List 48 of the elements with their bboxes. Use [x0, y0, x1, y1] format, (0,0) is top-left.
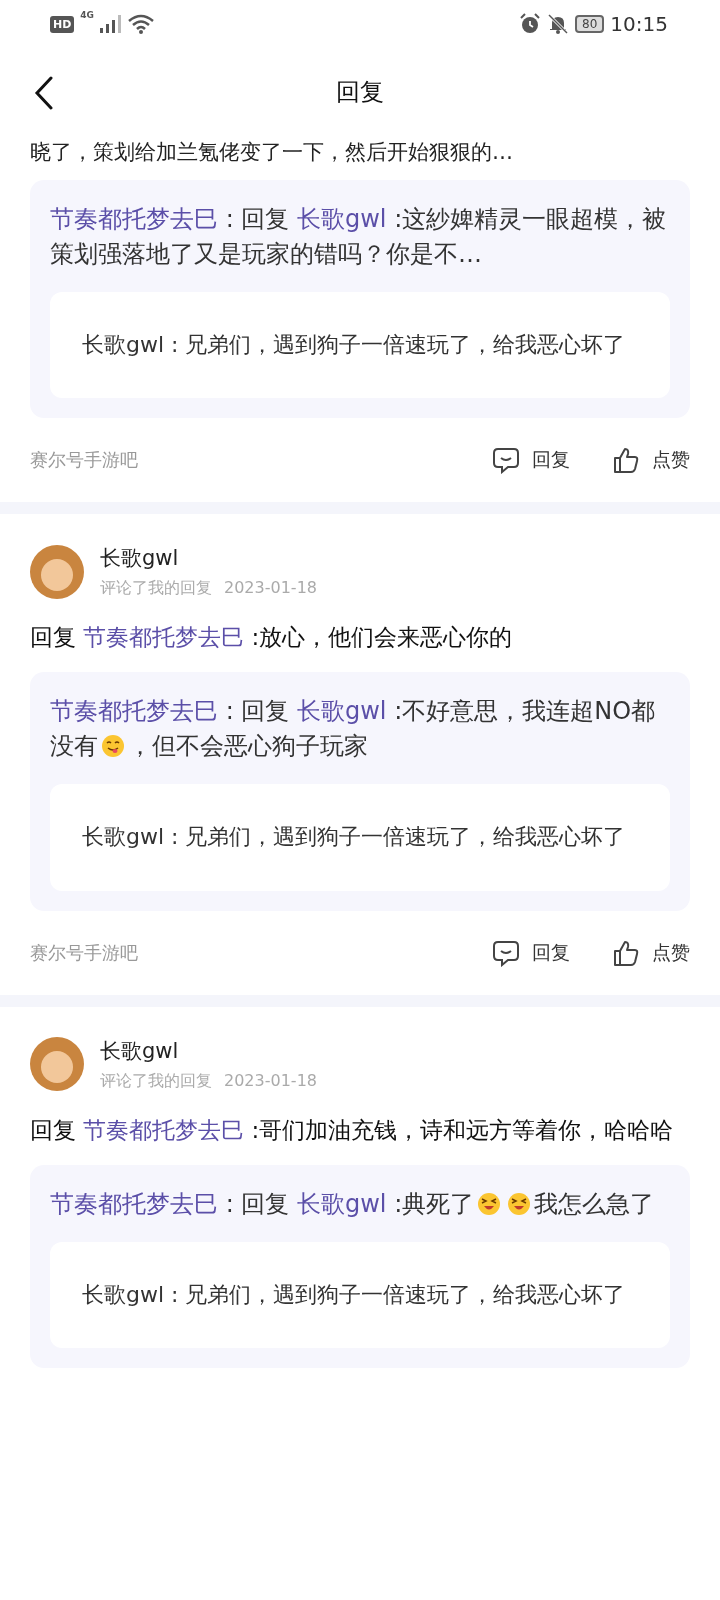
muted-bell-icon [547, 13, 570, 35]
original-comment: 长歌gwl : 兄弟们，遇到狗子一倍速玩了，给我恶心坏了 [50, 784, 670, 891]
forum-name: 赛尔号手游吧 [30, 940, 139, 965]
original-comment: 长歌gwl : 兄弟们，遇到狗子一倍速玩了，给我恶心坏了 [50, 291, 670, 399]
user-link[interactable]: 节奏都托梦去巳 [83, 1116, 245, 1143]
user-link[interactable]: 节奏都托梦去巳 [50, 1189, 218, 1218]
chat-bubble-icon [492, 446, 520, 475]
tongue-emoji-icon [101, 734, 125, 759]
comment-text: 晓了，策划给加兰氪佬变了一下，然后开始狠狠的… [30, 139, 514, 166]
reply-text: 节奏都托梦去巳 : 回复 长歌gwl :典死了 我怎么急了 [50, 1188, 656, 1220]
avatar [30, 544, 84, 599]
reply-text: 节奏都托梦去巳 : 回复 长歌gwl :这紗婢精灵一眼超模，被策划强落地了又是玩家的错吗？你是不… [50, 204, 668, 270]
avatar [30, 1037, 84, 1092]
thumbs-up-icon [612, 446, 640, 475]
user-link[interactable]: 长歌gwl [297, 1189, 387, 1218]
like-button[interactable]: 点赞 [612, 446, 690, 475]
comment-text: 回复 节奏都托梦去巳 :放心，他们会来恶心你的 [30, 623, 514, 653]
thumbs-up-icon [612, 938, 640, 967]
chat-bubble-icon [492, 938, 520, 967]
comment-date: 2023-01-18 [224, 578, 317, 600]
back-icon[interactable] [34, 76, 54, 110]
comment-text: 回复 节奏都托梦去巳 :哥们加油充钱，诗和远方等着你，哈哈哈 [30, 1115, 675, 1145]
user-link[interactable]: 节奏都托梦去巳 [83, 624, 245, 651]
original-comment: 长歌gwl : 兄弟们，遇到狗子一倍速玩了，给我恶心坏了 [50, 1241, 670, 1349]
user-link[interactable]: 长歌gwl [297, 205, 387, 233]
page-title: 回复 [336, 77, 384, 108]
like-button[interactable]: 点赞 [612, 938, 690, 967]
battery-level: 80 [575, 15, 605, 33]
wifi-icon [128, 14, 154, 34]
user-link[interactable]: 长歌gwl [297, 697, 387, 726]
user-name: 长歌gwl [100, 545, 180, 573]
user-link[interactable]: 节奏都托梦去巳 [50, 205, 218, 233]
user-name: 长歌gwl [100, 1037, 180, 1065]
laughing-emoji-icon [477, 1191, 502, 1216]
user-link[interactable]: 节奏都托梦去巳 [50, 697, 218, 726]
reply-button[interactable]: 回复 [492, 938, 570, 967]
forum-name: 赛尔号手游吧 [30, 448, 139, 473]
network-label: 4G [80, 10, 94, 20]
hd-badge: HD [50, 15, 75, 33]
activity-label: 评论了我的回复 [100, 578, 212, 600]
clock-time: 10:15 [610, 12, 668, 36]
signal-icon [100, 15, 122, 33]
activity-label: 评论了我的回复 [100, 1070, 212, 1092]
alarm-icon [519, 13, 542, 35]
laughing-emoji-icon [507, 1191, 532, 1216]
reply-text: 节奏都托梦去巳 : 回复 长歌gwl :不好意思，我连超NO都没有 ，但不会恶心狗子玩家 [50, 696, 657, 763]
reply-button[interactable]: 回复 [492, 446, 570, 475]
comment-date: 2023-01-18 [224, 1070, 317, 1092]
